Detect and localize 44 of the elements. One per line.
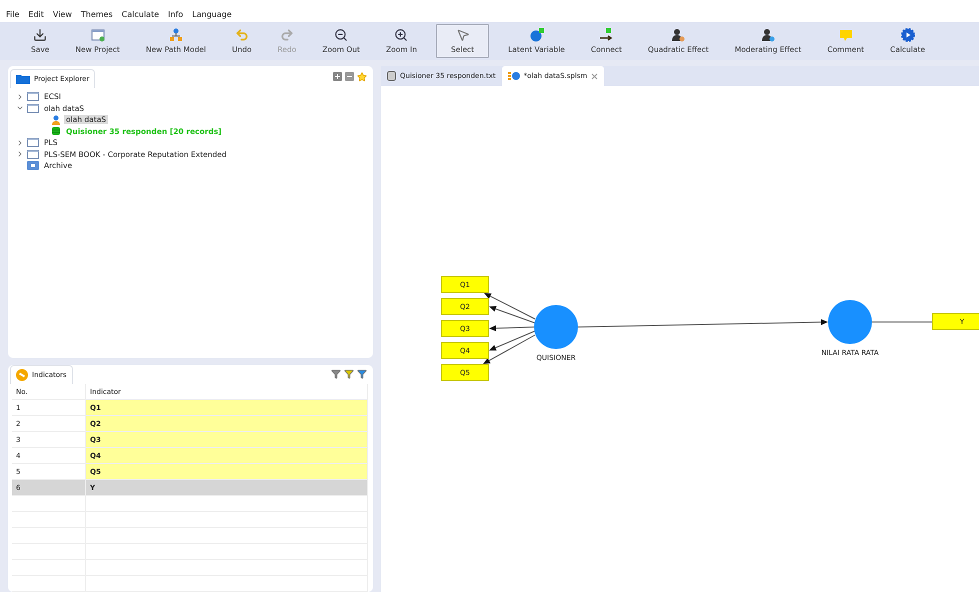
window-icon [90, 28, 105, 42]
menu-item[interactable]: Themes [80, 10, 113, 19]
model-icon [508, 71, 520, 81]
chevron-right-icon[interactable] [16, 138, 24, 147]
user-icon [51, 114, 61, 125]
undo-icon [234, 28, 249, 42]
indicator-icon [16, 369, 28, 381]
window-icon [27, 92, 39, 102]
arrow-icon [599, 28, 614, 42]
window-icon [27, 150, 39, 159]
filter-icon[interactable] [331, 369, 341, 380]
expand-icon[interactable] [333, 72, 342, 81]
database-icon [51, 126, 61, 136]
pointer-icon [456, 28, 470, 42]
window-icon [27, 104, 39, 113]
menu-item[interactable]: File [6, 10, 20, 19]
zoom-in-icon [394, 28, 408, 42]
menu-item[interactable]: Calculate [122, 10, 160, 19]
menu-item[interactable]: View [52, 10, 72, 19]
menu-item[interactable]: Info [168, 10, 184, 19]
archive-icon [27, 161, 39, 170]
menu-item[interactable]: Language [192, 10, 232, 19]
filter-icon[interactable] [344, 369, 354, 380]
gear-play-icon [900, 28, 915, 42]
person-icon [671, 28, 686, 42]
chevron-right-icon[interactable] [16, 150, 24, 158]
menu-item[interactable]: Edit [28, 10, 44, 19]
circle-plus-icon [530, 28, 544, 42]
window-icon [27, 138, 39, 148]
folder-icon [16, 74, 30, 84]
filter-icon[interactable] [357, 369, 367, 380]
close-icon[interactable] [591, 72, 598, 80]
redo-icon [280, 28, 294, 42]
person-icon [761, 28, 776, 42]
hierarchy-icon [168, 28, 183, 42]
zoom-out-icon [334, 28, 348, 42]
speech-bubble-icon [838, 28, 853, 42]
download-icon [33, 28, 48, 42]
construct-node[interactable] [534, 305, 578, 349]
database-icon [387, 71, 396, 81]
construct-node[interactable] [828, 300, 872, 344]
star-icon[interactable] [357, 72, 367, 82]
chevron-right-icon[interactable] [16, 92, 24, 101]
collapse-icon[interactable] [345, 72, 354, 81]
